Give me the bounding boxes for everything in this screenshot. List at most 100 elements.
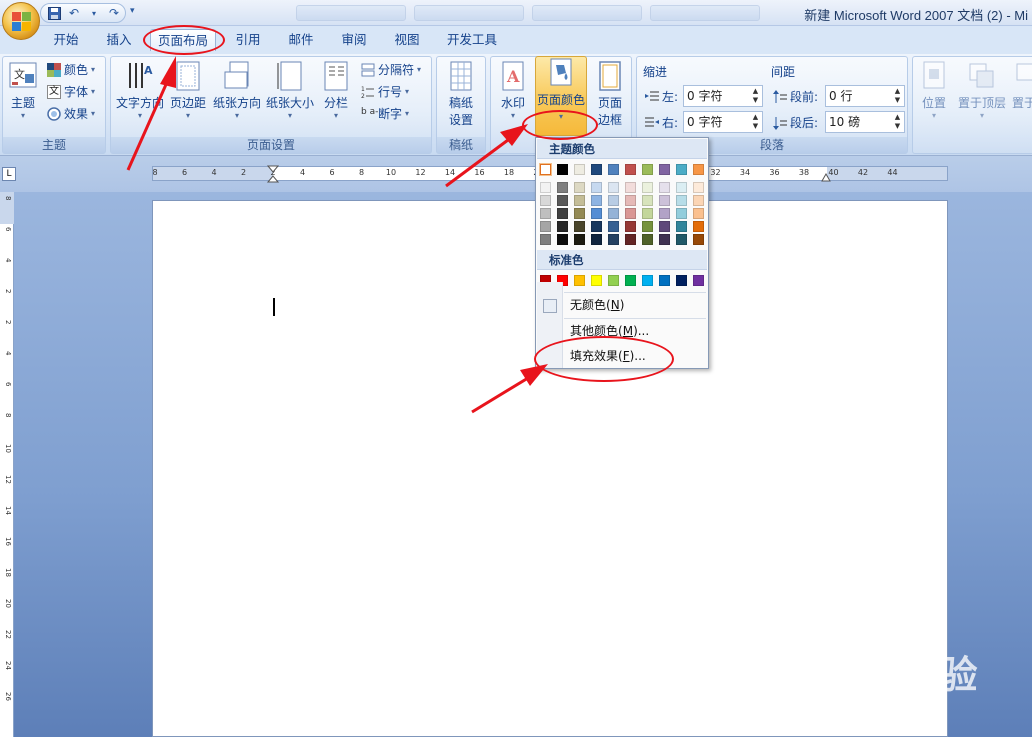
spacing-before-spinner[interactable]: 0 行 ▲ ▼: [825, 85, 905, 107]
theme-shade-swatch[interactable]: [693, 221, 704, 232]
tab-references[interactable]: 引用: [232, 29, 264, 51]
theme-shade-swatch[interactable]: [540, 195, 551, 206]
theme-shade-swatch[interactable]: [557, 195, 568, 206]
theme-shade-swatch[interactable]: [591, 221, 602, 232]
margins-button[interactable]: 页边距 ▾: [167, 60, 209, 120]
send-to-back-button[interactable]: 置于: [1011, 60, 1032, 111]
theme-shade-swatch[interactable]: [659, 208, 670, 219]
theme-shade-swatch[interactable]: [659, 195, 670, 206]
theme-shade-swatch[interactable]: [676, 221, 687, 232]
theme-fonts-button[interactable]: 文 字体 ▾: [47, 83, 95, 100]
theme-shade-swatch[interactable]: [625, 182, 636, 193]
theme-color-swatch[interactable]: [642, 164, 653, 175]
theme-shade-swatch[interactable]: [642, 221, 653, 232]
theme-shade-swatch[interactable]: [574, 208, 585, 219]
page-borders-button[interactable]: 页面 边框: [593, 60, 627, 128]
theme-shade-swatch[interactable]: [591, 195, 602, 206]
standard-color-swatch[interactable]: [642, 275, 653, 286]
standard-color-swatch[interactable]: [625, 275, 636, 286]
customize-qat-icon[interactable]: ▾: [130, 6, 135, 16]
theme-effects-button[interactable]: 效果 ▾: [47, 105, 95, 122]
standard-color-swatch[interactable]: [608, 275, 619, 286]
standard-color-swatch[interactable]: [676, 275, 687, 286]
spacing-after-spinner[interactable]: 10 磅 ▲ ▼: [825, 111, 905, 133]
theme-shade-swatch[interactable]: [693, 182, 704, 193]
theme-shade-swatch[interactable]: [574, 182, 585, 193]
themes-button[interactable]: 文 主题 ▾: [6, 60, 40, 120]
standard-color-swatch[interactable]: [574, 275, 585, 286]
theme-shade-swatch[interactable]: [642, 208, 653, 219]
theme-shade-swatch[interactable]: [540, 208, 551, 219]
theme-color-swatch[interactable]: [693, 164, 704, 175]
tab-review[interactable]: 审阅: [338, 29, 370, 51]
theme-shade-swatch[interactable]: [608, 234, 619, 245]
spinner-arrows-icon[interactable]: ▲ ▼: [893, 87, 902, 105]
theme-color-swatch[interactable]: [557, 164, 568, 175]
theme-shade-swatch[interactable]: [676, 182, 687, 193]
breaks-button[interactable]: 分隔符 ▾: [361, 61, 421, 78]
theme-shade-swatch[interactable]: [574, 195, 585, 206]
spinner-arrows-icon[interactable]: ▲ ▼: [751, 113, 760, 131]
vertical-ruler[interactable]: 8 6 4 2 2 4 6 8 10 12 14 16 18 20 22 24 26: [0, 192, 14, 737]
theme-shade-swatch[interactable]: [676, 195, 687, 206]
no-color-item[interactable]: 无颜色(N): [537, 293, 707, 317]
standard-color-swatch[interactable]: [693, 275, 704, 286]
theme-color-swatch[interactable]: [659, 164, 670, 175]
theme-shade-swatch[interactable]: [693, 195, 704, 206]
hyphenation-button[interactable]: b a- 断字 ▾: [361, 105, 409, 122]
size-button[interactable]: 纸张大小 ▾: [264, 60, 316, 120]
theme-shade-swatch[interactable]: [625, 234, 636, 245]
orientation-button[interactable]: 纸张方向 ▾: [211, 60, 263, 120]
theme-shade-swatch[interactable]: [608, 221, 619, 232]
theme-shade-swatch[interactable]: [642, 182, 653, 193]
save-icon[interactable]: [47, 6, 61, 20]
position-button[interactable]: 位置 ▾: [919, 60, 949, 120]
theme-shade-swatch[interactable]: [659, 234, 670, 245]
theme-shade-swatch[interactable]: [591, 182, 602, 193]
theme-shade-swatch[interactable]: [676, 208, 687, 219]
theme-shade-swatch[interactable]: [557, 221, 568, 232]
theme-shade-swatch[interactable]: [659, 221, 670, 232]
theme-shade-swatch[interactable]: [693, 208, 704, 219]
theme-shade-swatch[interactable]: [557, 234, 568, 245]
theme-color-swatch[interactable]: [540, 164, 551, 175]
theme-shade-swatch[interactable]: [625, 208, 636, 219]
text-direction-button[interactable]: A 文字方向 ▾: [115, 60, 165, 120]
tab-selector-icon[interactable]: L: [2, 167, 16, 181]
theme-shade-swatch[interactable]: [625, 195, 636, 206]
indent-right-spinner[interactable]: 0 字符 ▲ ▼: [683, 111, 763, 133]
theme-colors-button[interactable]: 颜色 ▾: [47, 61, 95, 78]
tab-home[interactable]: 开始: [50, 29, 82, 51]
theme-shade-swatch[interactable]: [540, 221, 551, 232]
right-indent-icon[interactable]: [821, 173, 831, 182]
columns-button[interactable]: 分栏 ▾: [319, 60, 353, 120]
theme-shade-swatch[interactable]: [608, 208, 619, 219]
theme-shade-swatch[interactable]: [642, 234, 653, 245]
tab-insert[interactable]: 插入: [103, 29, 135, 51]
theme-shade-swatch[interactable]: [608, 195, 619, 206]
theme-shade-swatch[interactable]: [608, 182, 619, 193]
standard-color-swatch[interactable]: [659, 275, 670, 286]
office-button[interactable]: [2, 2, 40, 40]
manuscript-settings-button[interactable]: 稿纸 设置: [443, 60, 479, 128]
theme-shade-swatch[interactable]: [557, 208, 568, 219]
theme-shade-swatch[interactable]: [625, 221, 636, 232]
spinner-arrows-icon[interactable]: ▲ ▼: [893, 113, 902, 131]
redo-icon[interactable]: ↷: [107, 6, 121, 20]
tab-view[interactable]: 视图: [391, 29, 423, 51]
theme-shade-swatch[interactable]: [591, 234, 602, 245]
tab-developer[interactable]: 开发工具: [444, 29, 500, 51]
theme-shade-swatch[interactable]: [540, 182, 551, 193]
theme-shade-swatch[interactable]: [642, 195, 653, 206]
bring-to-front-button[interactable]: 置于顶层 ▾: [955, 60, 1009, 120]
spinner-arrows-icon[interactable]: ▲ ▼: [751, 87, 760, 105]
theme-shade-swatch[interactable]: [557, 182, 568, 193]
theme-color-swatch[interactable]: [625, 164, 636, 175]
theme-shade-swatch[interactable]: [676, 234, 687, 245]
theme-shade-swatch[interactable]: [659, 182, 670, 193]
standard-color-swatch[interactable]: [591, 275, 602, 286]
watermark-button[interactable]: A 水印 ▾: [495, 60, 531, 120]
theme-shade-swatch[interactable]: [540, 234, 551, 245]
theme-shade-swatch[interactable]: [591, 208, 602, 219]
theme-shade-swatch[interactable]: [574, 221, 585, 232]
